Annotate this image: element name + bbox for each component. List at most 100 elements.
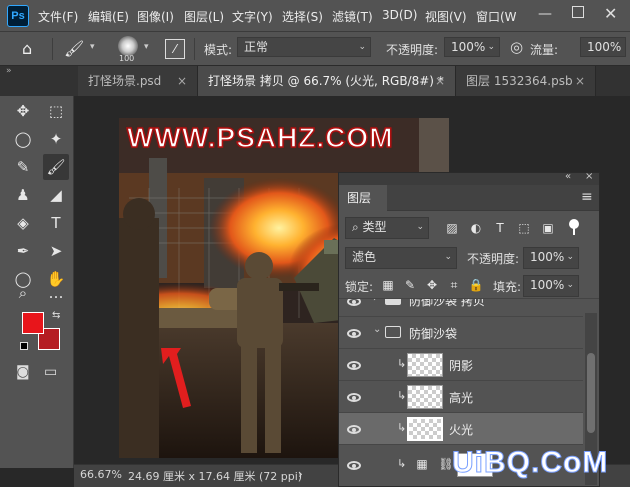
opacity-input[interactable]: 100% ⌄ (444, 37, 500, 57)
menu-image[interactable]: 图像(I) (137, 8, 174, 25)
minimize-icon[interactable]: — (538, 6, 552, 22)
brush-icon[interactable]: 🖌 (43, 154, 69, 180)
collapse-icon[interactable]: » (6, 66, 12, 76)
status-menu-icon[interactable]: › (298, 467, 303, 481)
close-window-icon[interactable]: ✕ (604, 4, 617, 23)
flow-input[interactable]: 100% (580, 37, 626, 57)
menu-window[interactable]: 窗口(W (476, 8, 517, 25)
pressure-opacity-icon[interactable]: ◎ (510, 38, 523, 56)
chevron-down-icon[interactable]: ⌄ (373, 324, 381, 335)
layer-name: 防御沙袋 (409, 327, 458, 341)
zoom-icon[interactable]: ⌕ (10, 280, 36, 306)
home-icon[interactable]: ⌂ (22, 39, 32, 58)
filter-shape-icon[interactable]: ⬚ (515, 219, 533, 237)
layer-row-group[interactable]: ⌄ 防御沙袋 (339, 317, 583, 349)
chevron-down-icon: ⌄ (566, 252, 574, 262)
zoom-level[interactable]: 66.67% (80, 468, 122, 481)
eraser-icon[interactable]: ◢ (43, 182, 69, 208)
filter-type-icon[interactable]: T (491, 219, 509, 237)
folder-open-icon (385, 326, 401, 338)
mode-select[interactable]: 正常 ⌄ (237, 37, 371, 57)
fill-input[interactable]: 100% ⌄ (523, 275, 579, 297)
chevron-down-icon[interactable]: ▾ (90, 42, 95, 52)
visibility-eye-icon[interactable] (347, 461, 361, 470)
menu-layer[interactable]: 图层(L) (184, 8, 224, 25)
lasso-icon[interactable]: ◯ (10, 126, 36, 152)
filter-type-select[interactable]: ⌕ 类型 ⌄ (345, 217, 429, 239)
watermark-text: WWW.PSAHZ.COM (126, 121, 394, 154)
panel-menu-icon[interactable]: ≡ (581, 189, 593, 205)
layer-opacity-input[interactable]: 100% ⌄ (523, 247, 579, 269)
tab-document-2[interactable]: 打怪场景 拷贝 @ 66.7% (火光, RGB/8#) * × (198, 66, 456, 96)
visibility-eye-icon[interactable] (347, 361, 361, 370)
photoshop-logo: Ps (7, 5, 29, 27)
filter-smart-object-icon[interactable]: ▣ (539, 219, 557, 237)
menu-file[interactable]: 文件(F) (38, 8, 78, 25)
screen-mode-icon[interactable]: ▭ (44, 364, 57, 380)
stamp-icon[interactable]: ♟ (10, 182, 36, 208)
collapse-panel-icon[interactable]: « (565, 171, 571, 182)
close-tab-icon[interactable]: × (575, 66, 585, 96)
visibility-eye-icon[interactable] (347, 299, 361, 306)
magic-wand-icon[interactable]: ✦ (43, 126, 69, 152)
tab-document-3[interactable]: 图层 1532364.psb × (456, 66, 596, 96)
visibility-eye-icon[interactable] (347, 425, 361, 434)
lock-position-icon[interactable]: ✥ (423, 276, 441, 294)
menu-type[interactable]: 文字(Y) (232, 8, 273, 25)
more-icon[interactable]: … (43, 280, 69, 306)
brush-size-value: 100 (119, 54, 135, 63)
menu-3d[interactable]: 3D(D) (382, 8, 417, 22)
scrollbar-thumb[interactable] (587, 353, 595, 433)
marquee-icon[interactable]: ⬚ (43, 98, 69, 124)
filter-toggle-icon[interactable] (569, 219, 579, 235)
brush-preset-icon[interactable] (118, 36, 138, 56)
clipping-mask-icon: ↳ (397, 357, 407, 370)
lock-pixels-icon[interactable]: ✎ (401, 276, 419, 294)
adjustment-layer-icon[interactable]: ▦ (413, 455, 431, 473)
visibility-eye-icon[interactable] (347, 393, 361, 402)
pen-icon[interactable]: ✒ (10, 238, 36, 264)
brush-settings-icon[interactable]: ⁄ (165, 39, 185, 59)
menu-select[interactable]: 选择(S) (282, 8, 323, 25)
lock-artboard-icon[interactable]: ⌗ (445, 276, 463, 294)
menu-view[interactable]: 视图(V) (425, 8, 467, 25)
path-select-icon[interactable]: ➤ (43, 238, 69, 264)
search-icon: ⌕ (352, 220, 363, 234)
layer-row-shadow[interactable]: ↳ 阴影 (339, 349, 583, 381)
layer-row-highlight[interactable]: ↳ 高光 (339, 381, 583, 413)
blend-mode-select[interactable]: 滤色 ⌄ (345, 247, 457, 269)
layer-row-fire-selected[interactable]: ↳ 火光 (339, 413, 583, 445)
close-tab-icon[interactable]: × (435, 66, 445, 96)
opacity-value: 100% (451, 40, 486, 54)
paint-bucket-icon[interactable]: ◈ (10, 210, 36, 236)
swap-colors-icon[interactable]: ⇆ (52, 310, 60, 321)
layer-thumbnail[interactable] (407, 385, 443, 409)
tab-layers[interactable]: 图层 (339, 185, 387, 211)
eyedropper-icon[interactable]: ✎ (10, 154, 36, 180)
chevron-down-icon[interactable]: ▾ (144, 42, 149, 52)
tab-document-1[interactable]: 打怪场景.psd × (78, 66, 198, 96)
foreground-color-swatch[interactable] (22, 312, 44, 334)
default-colors-icon[interactable] (20, 342, 28, 350)
brush-tool-icon[interactable]: 🖌 (64, 39, 84, 58)
chevron-right-icon[interactable]: › (373, 299, 377, 304)
menu-edit[interactable]: 编辑(E) (88, 8, 129, 25)
quick-mask-icon[interactable]: ◙ (16, 364, 30, 380)
layer-thumbnail[interactable] (407, 353, 443, 377)
visibility-eye-icon[interactable] (347, 329, 361, 338)
tab-label: 打怪场景 拷贝 @ 66.7% (火光, RGB/8#) * (208, 74, 444, 88)
filter-adjustment-icon[interactable]: ◐ (467, 219, 485, 237)
maximize-icon[interactable] (572, 6, 584, 18)
lock-transparent-icon[interactable]: ▦ (379, 276, 397, 294)
close-panel-icon[interactable]: × (585, 171, 593, 182)
layer-thumbnail[interactable] (407, 417, 443, 441)
layer-row-group-copy[interactable]: › 防御沙袋 拷贝 (339, 299, 583, 317)
close-tab-icon[interactable]: × (177, 66, 187, 96)
panel-tab-bar: 图层 ≡ (339, 185, 599, 211)
layer-name: 阴影 (449, 359, 474, 373)
filter-pixel-icon[interactable]: ▨ (443, 219, 461, 237)
type-icon[interactable]: T (43, 210, 69, 236)
move-icon[interactable]: ✥ (10, 98, 36, 124)
menu-filter[interactable]: 滤镜(T) (332, 8, 373, 25)
lock-all-icon[interactable]: 🔒 (467, 276, 485, 294)
